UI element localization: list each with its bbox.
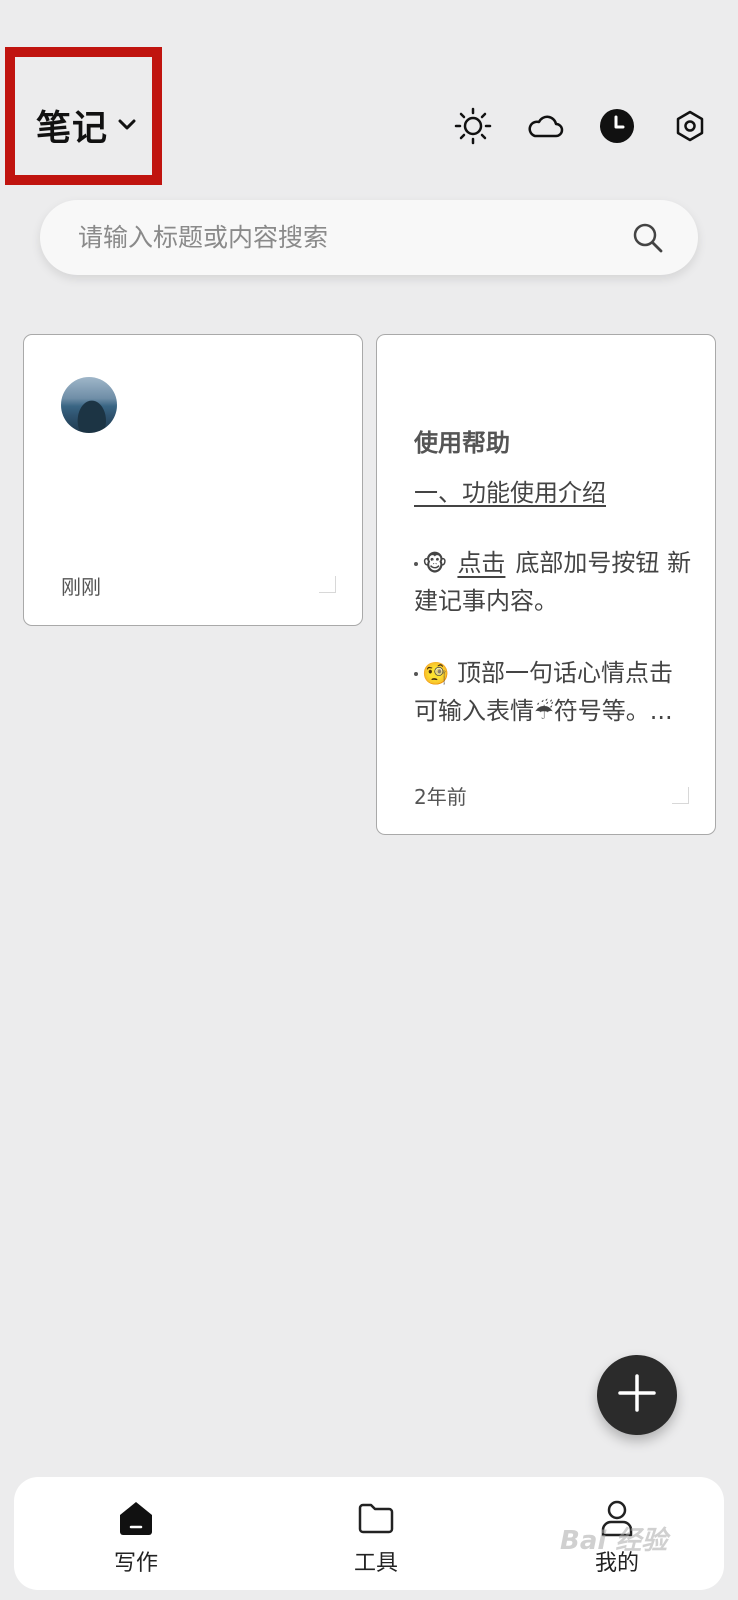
note-paragraph: 🐵 点击 底部加号按钮 新建记事内容。	[414, 545, 694, 619]
note-time: 2年前	[414, 785, 467, 809]
header-actions	[0, 104, 738, 148]
monocle-emoji: 🧐	[422, 662, 450, 687]
folder-icon	[356, 1498, 396, 1538]
note-paragraph: 🧐 顶部一句话心情点击可输入表情☔符号等。...	[414, 655, 694, 731]
clock-icon[interactable]	[595, 104, 639, 148]
nav-item-tools[interactable]: 工具	[321, 1477, 431, 1590]
umbrella-emoji: ☔	[534, 700, 554, 725]
cloud-icon[interactable]	[523, 104, 567, 148]
nav-label: 工具	[353, 1551, 398, 1576]
monkey-emoji: 🐵	[422, 552, 448, 577]
add-note-button[interactable]	[597, 1355, 677, 1435]
note-time: 刚刚	[61, 575, 101, 599]
note-text: 符号等。...	[553, 697, 673, 725]
resize-handle-icon	[672, 787, 689, 804]
plus-icon	[617, 1373, 657, 1417]
note-card[interactable]: 刚刚	[23, 334, 363, 626]
nav-label: 写作	[113, 1551, 158, 1576]
search-bar[interactable]: 请输入标题或内容搜索	[40, 200, 698, 275]
bullet-icon	[414, 672, 418, 676]
sun-icon[interactable]	[451, 104, 495, 148]
search-input[interactable]: 请输入标题或内容搜索	[78, 200, 328, 275]
search-icon[interactable]	[632, 222, 664, 254]
resize-handle-icon	[319, 576, 336, 593]
watermark: Bai 经验	[560, 1526, 668, 1556]
note-link[interactable]: 一、功能使用介绍	[414, 473, 606, 508]
note-card[interactable]: 使用帮助 一、功能使用介绍 🐵 点击 底部加号按钮 新建记事内容。 🧐 顶部一句话心…	[376, 334, 716, 835]
note-title: 使用帮助	[414, 429, 510, 457]
write-icon	[116, 1498, 156, 1538]
note-image	[61, 377, 117, 433]
bullet-icon	[414, 562, 418, 566]
nav-item-write[interactable]: 写作	[81, 1477, 191, 1590]
settings-icon[interactable]	[668, 104, 712, 148]
note-inline-link[interactable]: 点击	[447, 549, 515, 577]
